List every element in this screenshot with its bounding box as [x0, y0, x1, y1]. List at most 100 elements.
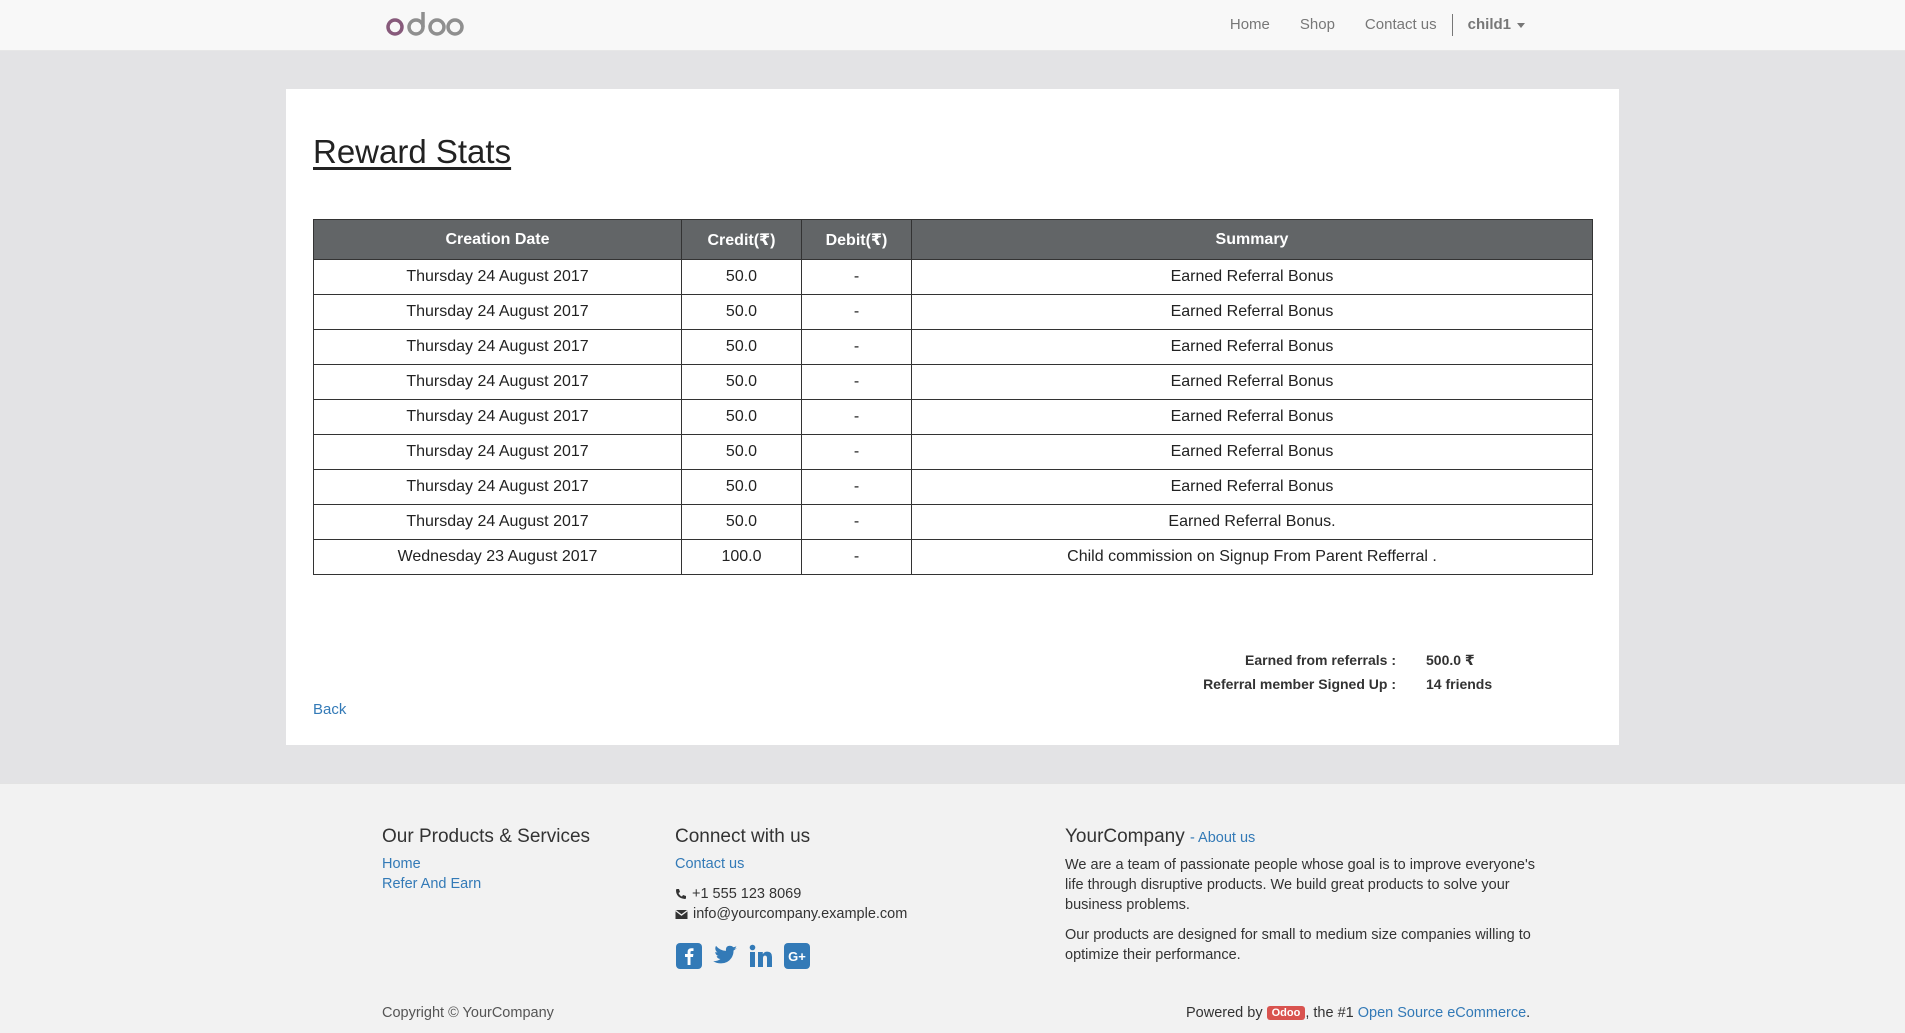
cell-date: Thursday 24 August 2017	[313, 434, 682, 470]
reward-stats-card: Reward Stats Creation Date Credit(₹) Deb…	[286, 89, 1619, 745]
footer-company: YourCompany - About us We are a team of …	[1065, 824, 1545, 975]
referral-stats: Earned from referrals : 500.0 ₹ Referral…	[1176, 652, 1492, 700]
footer-link-home[interactable]: Home	[382, 854, 590, 874]
cell-date: Thursday 24 August 2017	[313, 364, 682, 400]
cell-date: Thursday 24 August 2017	[313, 329, 682, 365]
google-plus-icon[interactable]: G+	[783, 942, 811, 970]
back-link[interactable]: Back	[313, 701, 346, 718]
phone-icon	[676, 889, 686, 900]
cell-summary: Earned Referral Bonus	[911, 434, 1593, 470]
cell-summary: Earned Referral Bonus	[911, 399, 1593, 435]
cell-debit: -	[801, 294, 912, 330]
header-credit: Credit(₹)	[681, 219, 802, 260]
cell-debit: -	[801, 259, 912, 295]
cell-credit: 50.0	[681, 434, 802, 470]
company-target: Our products are designed for small to m…	[1065, 927, 1531, 963]
powered-suffix: .	[1526, 1005, 1531, 1021]
table-row: Thursday 24 August 2017 50.0 - Earned Re…	[313, 469, 1593, 505]
facebook-icon[interactable]	[675, 942, 703, 970]
footer-link-contact-us[interactable]: Contact us	[675, 854, 907, 874]
page-title: Reward Stats	[313, 133, 512, 170]
reward-stats-table: Creation Date Credit(₹) Debit(₹) Summary…	[313, 219, 1593, 575]
email-address: info@yourcompany.example.com	[693, 906, 908, 922]
earned-row: Earned from referrals : 500.0 ₹	[1176, 652, 1492, 676]
cell-credit: 50.0	[681, 504, 802, 540]
powered-mid: , the #1	[1305, 1005, 1354, 1021]
company-description: We are a team of passionate people whose…	[1065, 857, 1535, 913]
cell-date: Thursday 24 August 2017	[313, 399, 682, 435]
table-row: Thursday 24 August 2017 50.0 - Earned Re…	[313, 504, 1593, 540]
about-us-link[interactable]: - About us	[1190, 830, 1255, 846]
cell-date: Wednesday 23 August 2017	[313, 539, 682, 575]
signed-up-label: Referral member Signed Up :	[1203, 676, 1396, 692]
cell-summary: Earned Referral Bonus	[911, 364, 1593, 400]
company-heading: YourCompany - About us	[1065, 824, 1545, 851]
cell-date: Thursday 24 August 2017	[313, 259, 682, 295]
table-row: Thursday 24 August 2017 50.0 - Earned Re…	[313, 294, 1593, 330]
cell-debit: -	[801, 539, 912, 575]
cell-credit: 100.0	[681, 539, 802, 575]
table-row: Thursday 24 August 2017 50.0 - Earned Re…	[313, 259, 1593, 295]
cell-credit: 50.0	[681, 364, 802, 400]
cell-summary: Earned Referral Bonus	[911, 469, 1593, 505]
footer-link-refer-and-earn[interactable]: Refer And Earn	[382, 874, 590, 894]
signed-up-row: Referral member Signed Up : 14 friends	[1176, 676, 1492, 700]
cell-debit: -	[801, 434, 912, 470]
company-name: YourCompany	[1065, 826, 1185, 847]
cell-date: Thursday 24 August 2017	[313, 504, 682, 540]
top-navbar: Home Shop Contact us child1	[0, 0, 1905, 51]
email-line: info@yourcompany.example.com	[675, 904, 907, 924]
cell-debit: -	[801, 364, 912, 400]
header-creation-date: Creation Date	[313, 219, 682, 260]
caret-down-icon	[1517, 22, 1525, 28]
table-row: Thursday 24 August 2017 50.0 - Earned Re…	[313, 399, 1593, 435]
footer-products: Our Products & Services Home Refer And E…	[382, 824, 590, 894]
nav-home[interactable]: Home	[1215, 0, 1285, 50]
table-row: Thursday 24 August 2017 50.0 - Earned Re…	[313, 434, 1593, 470]
table-header-row: Creation Date Credit(₹) Debit(₹) Summary	[313, 219, 1593, 260]
odoo-logo[interactable]	[385, 10, 465, 40]
cell-summary: Earned Referral Bonus	[911, 329, 1593, 365]
earned-label: Earned from referrals :	[1245, 652, 1396, 668]
header-debit: Debit(₹)	[801, 219, 912, 260]
main-nav: Home Shop Contact us child1	[1215, 0, 1905, 50]
cell-credit: 50.0	[681, 399, 802, 435]
footer: Our Products & Services Home Refer And E…	[0, 783, 1905, 1033]
cell-credit: 50.0	[681, 469, 802, 505]
footer-connect: Connect with us Contact us +1 555 123 80…	[675, 824, 907, 970]
products-heading: Our Products & Services	[382, 826, 591, 847]
header-summary: Summary	[911, 219, 1593, 260]
cell-date: Thursday 24 August 2017	[313, 469, 682, 505]
earned-value: 500.0 ₹	[1426, 652, 1475, 668]
linkedin-icon[interactable]	[747, 942, 775, 970]
cell-summary: Child commission on Signup From Parent R…	[911, 539, 1593, 575]
table-row: Thursday 24 August 2017 50.0 - Earned Re…	[313, 364, 1593, 400]
open-source-ecommerce-link[interactable]: Open Source eCommerce	[1358, 1005, 1526, 1021]
table-row: Thursday 24 August 2017 50.0 - Earned Re…	[313, 329, 1593, 365]
envelope-icon	[675, 909, 688, 919]
cell-debit: -	[801, 399, 912, 435]
table-row: Wednesday 23 August 2017 100.0 - Child c…	[313, 539, 1593, 575]
signed-up-value: 14 friends	[1426, 676, 1493, 692]
user-menu[interactable]: child1	[1453, 0, 1540, 50]
nav-shop[interactable]: Shop	[1285, 0, 1350, 50]
cell-summary: Earned Referral Bonus	[911, 294, 1593, 330]
cell-credit: 50.0	[681, 259, 802, 295]
connect-heading: Connect with us	[675, 826, 811, 847]
phone-number: +1 555 123 8069	[692, 886, 802, 902]
svg-text:G+: G+	[788, 949, 806, 964]
cell-summary: Earned Referral Bonus.	[911, 504, 1593, 540]
phone-line: +1 555 123 8069	[675, 884, 907, 904]
powered-by: Powered by Odoo, the #1 Open Source eCom…	[1186, 1005, 1530, 1021]
cell-credit: 50.0	[681, 329, 802, 365]
cell-summary: Earned Referral Bonus	[911, 259, 1593, 295]
cell-debit: -	[801, 329, 912, 365]
cell-credit: 50.0	[681, 294, 802, 330]
nav-contact-us[interactable]: Contact us	[1350, 0, 1452, 50]
cell-date: Thursday 24 August 2017	[313, 294, 682, 330]
powered-prefix: Powered by	[1186, 1005, 1263, 1021]
user-name: child1	[1467, 16, 1511, 33]
copyright: Copyright © YourCompany	[382, 1005, 554, 1021]
twitter-icon[interactable]	[711, 942, 739, 970]
odoo-badge[interactable]: Odoo	[1266, 1006, 1306, 1021]
